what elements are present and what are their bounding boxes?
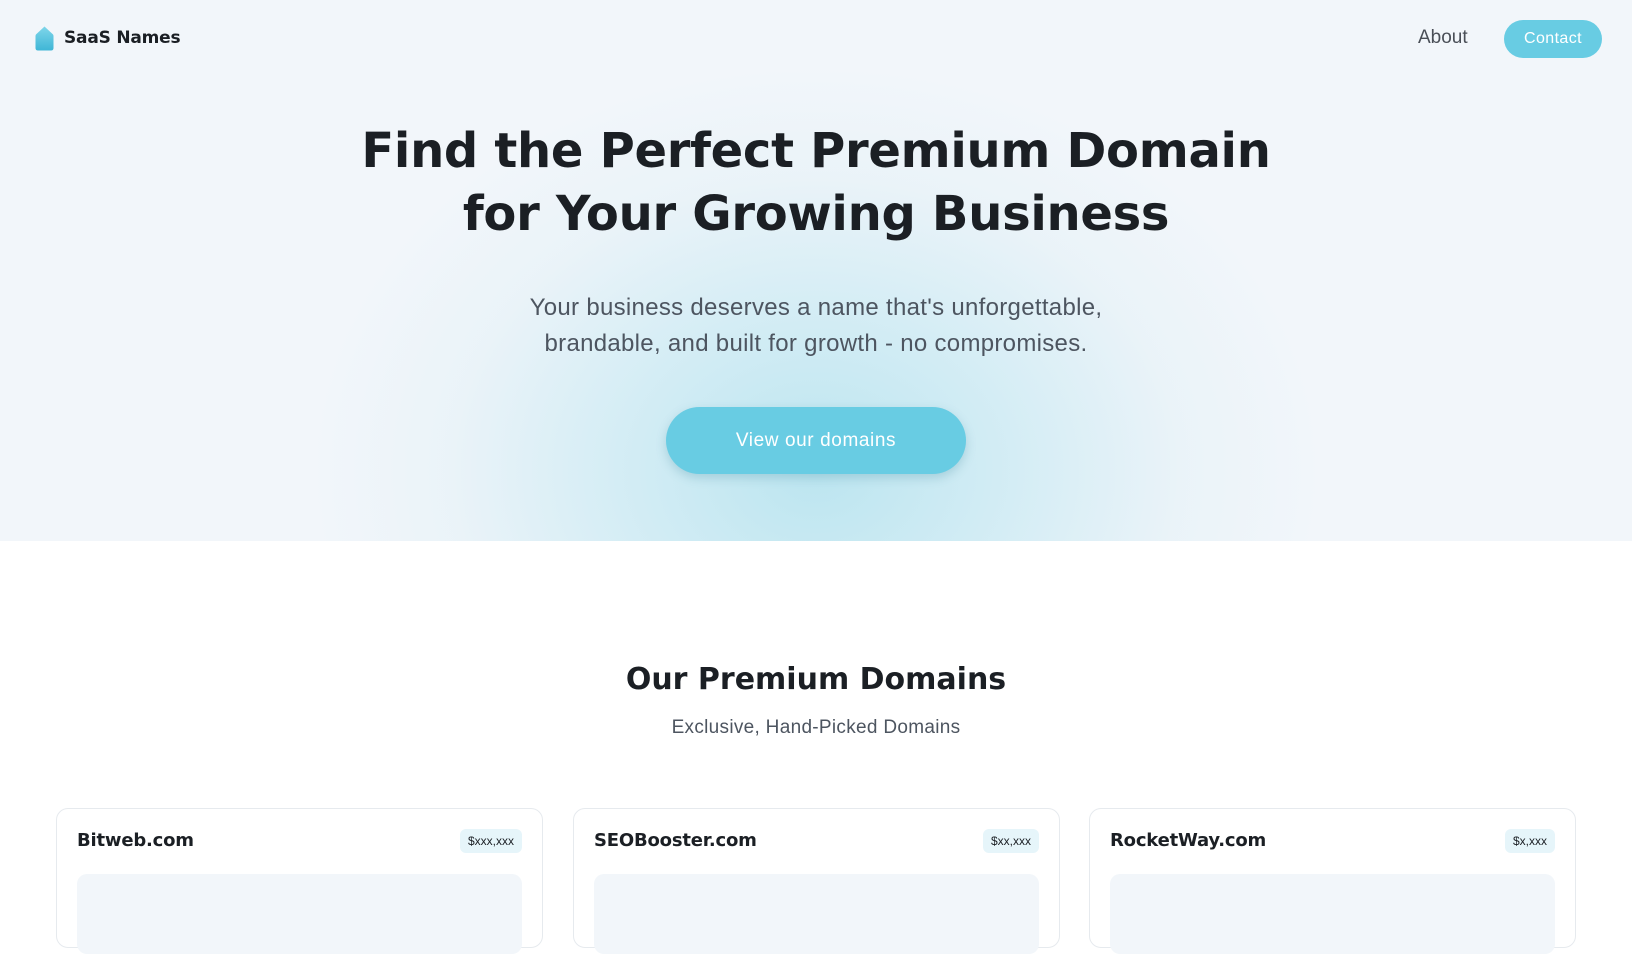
hero-title-line-2: for Your Growing Business	[462, 186, 1170, 242]
domain-preview-placeholder	[77, 874, 522, 954]
domain-name: Bitweb.com	[77, 830, 194, 851]
price-badge: $xxx,xxx	[459, 829, 522, 853]
hero-subtitle-line-1: Your business deserves a name that's unf…	[529, 294, 1103, 321]
section-title: Our Premium Domains	[625, 662, 1007, 697]
tag-icon	[35, 26, 54, 50]
brand-name: SaaS Names	[64, 28, 181, 48]
hero-title: Find the Perfect Premium Domain for Your…	[0, 120, 1632, 246]
domains-section: Our Premium Domains Exclusive, Hand-Pick…	[0, 541, 1632, 954]
hero-title-line-1: Find the Perfect Premium Domain	[361, 123, 1271, 179]
brand-logo-link[interactable]: SaaS Names	[35, 25, 181, 51]
domain-card-bitweb[interactable]: Bitweb.com $xxx,xxx	[56, 808, 543, 954]
view-domains-button[interactable]: View our domains	[666, 407, 966, 474]
hero-section: SaaS Names About Contact Find the Perfec…	[0, 0, 1632, 541]
price-badge: $x,xxx	[1504, 829, 1555, 853]
domain-name: SEOBooster.com	[594, 830, 757, 851]
nav-link-about[interactable]: About	[1418, 27, 1468, 49]
domain-card-rocketway[interactable]: RocketWay.com $x,xxx	[1089, 808, 1576, 954]
hero-subtitle-line-2: brandable, and built for growth - no com…	[544, 330, 1088, 357]
domain-card-seobooster[interactable]: SEOBooster.com $xx,xxx	[573, 808, 1060, 954]
price-badge: $xx,xxx	[982, 829, 1039, 853]
top-navigation: SaaS Names About Contact	[0, 0, 1632, 76]
domain-name: RocketWay.com	[1110, 830, 1267, 851]
hero-subtitle: Your business deserves a name that's unf…	[466, 290, 1166, 362]
domain-preview-placeholder	[594, 874, 1039, 954]
contact-button[interactable]: Contact	[1504, 20, 1602, 58]
domain-preview-placeholder	[1110, 874, 1555, 954]
section-subtitle: Exclusive, Hand-Picked Domains	[671, 717, 961, 738]
